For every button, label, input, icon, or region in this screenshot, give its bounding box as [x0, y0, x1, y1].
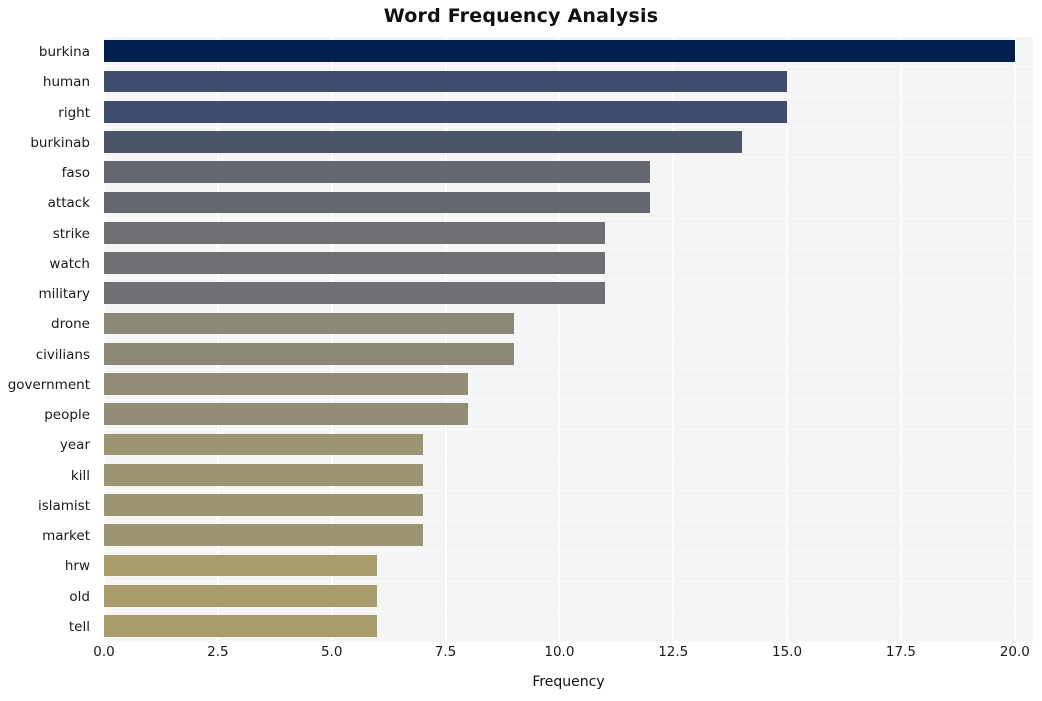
bar-watch — [104, 252, 605, 274]
x-tick-label-7.5: 7.5 — [434, 644, 457, 660]
bar-burkina — [104, 40, 1015, 63]
x-tick-label-15.0: 15.0 — [772, 644, 803, 660]
page-title: Word Frequency Analysis — [383, 5, 659, 27]
y-tick-label-civilians: civilians — [35, 346, 90, 363]
bar-row — [104, 98, 1033, 128]
x-axis-label: Frequency — [532, 674, 605, 690]
x-tick-label-5.0: 5.0 — [320, 644, 343, 660]
bar-human — [104, 70, 788, 93]
y-tick-label-right: right — [58, 104, 90, 121]
x-axis-tick-labels: 0.0 2.5 5.0 7.5 10.0 12.5 15.0 17.5 20.0 — [93, 644, 1033, 668]
y-tick-label-tell: tell — [68, 618, 90, 635]
bar-row — [104, 551, 1033, 582]
bar-row — [104, 491, 1033, 521]
bar-row — [104, 340, 1033, 370]
y-tick-label-human: human — [42, 74, 90, 91]
y-tick-label-kill: kill — [70, 467, 90, 484]
y-tick-label-market: market — [42, 528, 90, 544]
bar-row — [104, 67, 1033, 98]
x-tick-label-10.0: 10.0 — [544, 644, 575, 660]
bar-attack — [104, 191, 651, 214]
bar-row — [104, 128, 1033, 158]
y-tick-label-people: people — [44, 407, 90, 423]
bar-row — [104, 612, 1033, 642]
bar-row — [104, 249, 1033, 279]
chart-figure: Word Frequency Analysis burkina human righ… — [0, 0, 1042, 701]
bar-row — [104, 521, 1033, 552]
bar-right — [104, 100, 788, 123]
y-tick-label-attack: attack — [47, 195, 90, 212]
bar-row — [104, 279, 1033, 310]
y-axis-tick-labels: burkina human right burkinab faso attack strik… — [0, 37, 96, 642]
bar-kill — [104, 463, 423, 486]
bar-people — [104, 403, 469, 426]
bar-row — [104, 430, 1033, 461]
plot-area — [104, 37, 1033, 642]
y-tick-label-faso: faso — [61, 165, 90, 181]
bar-row — [104, 188, 1033, 219]
y-tick-label-hrw: hrw — [64, 558, 90, 575]
x-tick-label-12.5: 12.5 — [658, 644, 689, 660]
y-tick-label-year: year — [59, 437, 90, 454]
bar-government — [104, 373, 469, 395]
x-tick-label-17.5: 17.5 — [885, 644, 916, 660]
y-tick-label-old: old — [69, 588, 90, 605]
bar-strike — [104, 221, 605, 244]
bar-military — [104, 282, 605, 305]
x-tick-label-20.0: 20.0 — [999, 644, 1030, 660]
bar-hrw — [104, 554, 378, 577]
y-tick-label-watch: watch — [49, 255, 90, 272]
y-tick-label-islamist: islamist — [37, 497, 90, 514]
bar-row — [104, 37, 1033, 68]
bar-drone — [104, 312, 514, 335]
bar-islamist — [104, 494, 423, 516]
bar-row — [104, 582, 1033, 612]
bar-old — [104, 584, 378, 607]
bar-row — [104, 400, 1033, 431]
bar-tell — [104, 615, 378, 637]
y-tick-label-burkinab: burkinab — [30, 134, 90, 151]
y-tick-label-burkina: burkina — [38, 44, 90, 60]
bar-civilians — [104, 342, 514, 365]
x-tick-label-2.5: 2.5 — [207, 644, 229, 660]
bar-row — [104, 309, 1033, 340]
y-tick-label-strike: strike — [52, 225, 90, 242]
y-tick-label-military: military — [38, 286, 90, 302]
bar-row — [104, 219, 1033, 249]
y-tick-label-drone: drone — [51, 316, 90, 333]
bar-row — [104, 158, 1033, 189]
bar-row — [104, 461, 1033, 491]
bar-faso — [104, 161, 651, 184]
y-tick-label-government: government — [7, 376, 90, 393]
bar-burkinab — [104, 131, 742, 153]
bar-year — [104, 433, 423, 456]
x-tick-label-0.0: 0.0 — [93, 644, 115, 660]
bar-row — [104, 370, 1033, 400]
bar-market — [104, 524, 423, 547]
gridline-horizontal — [104, 641, 1033, 642]
